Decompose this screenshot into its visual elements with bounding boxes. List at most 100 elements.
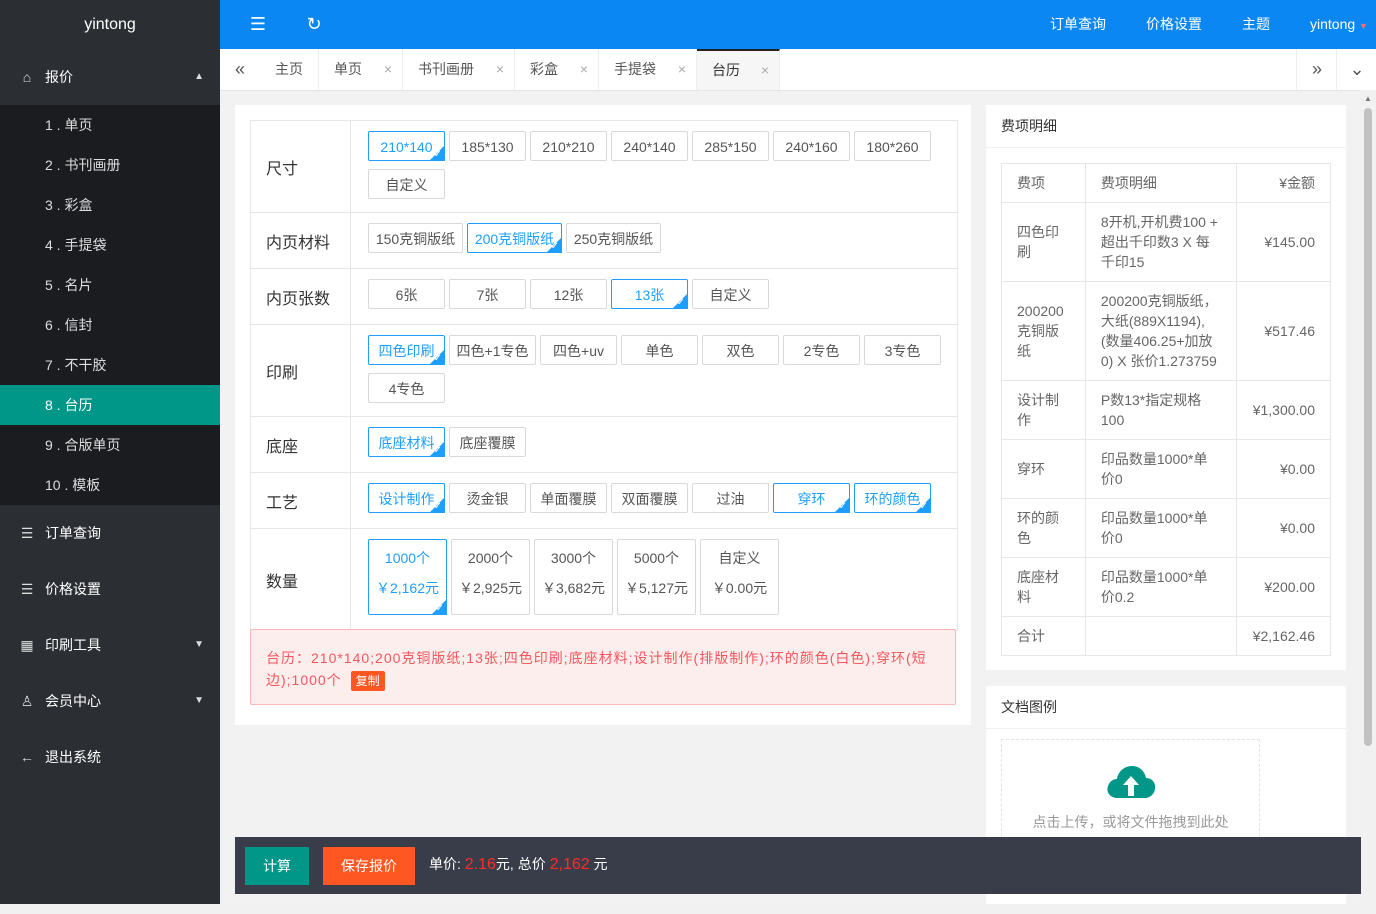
- nav-logout[interactable]: ← 退出系统: [0, 729, 220, 785]
- option-label: 单面覆膜: [540, 491, 597, 507]
- copy-button[interactable]: 复制: [350, 671, 385, 691]
- tab-handbag[interactable]: 手提袋 ×: [599, 49, 697, 90]
- tab-color-box[interactable]: 彩盒 ×: [515, 49, 599, 90]
- tab-label: 手提袋: [614, 61, 656, 77]
- tab-home[interactable]: 主页: [260, 49, 319, 90]
- tab-scroll-right-icon[interactable]: »: [1296, 49, 1337, 90]
- header-link-theme[interactable]: 主题: [1242, 0, 1270, 49]
- craft-option[interactable]: 穿环 ✓: [773, 483, 850, 513]
- quantity-option[interactable]: 5000个 ￥5,127元: [617, 539, 696, 615]
- option-label: 210*140: [380, 139, 433, 155]
- print-option[interactable]: 四色印刷 ✓: [368, 335, 445, 365]
- fee-row: 环的颜色 印品数量1000*单价0 ¥0.00: [1001, 498, 1331, 558]
- close-icon[interactable]: ×: [678, 49, 686, 90]
- quantity-option[interactable]: 2000个 ￥2,925元: [451, 539, 530, 615]
- tab-single-page[interactable]: 单页 ×: [319, 49, 403, 90]
- menu-toggle-icon[interactable]: ☰: [238, 0, 278, 49]
- fee-amount: ¥145.00: [1236, 202, 1331, 282]
- header-link-pricing[interactable]: 价格设置: [1146, 0, 1202, 49]
- upload-dropzone[interactable]: 点击上传，或将文件拖拽到此处: [1001, 739, 1260, 851]
- nav-tools[interactable]: ▦ 印刷工具 ▼: [0, 617, 220, 673]
- quantity-option[interactable]: 3000个 ￥3,682元: [534, 539, 613, 615]
- tab-book[interactable]: 书刊画册 ×: [403, 49, 515, 90]
- craft-option[interactable]: 单面覆膜: [530, 483, 607, 513]
- paper-option[interactable]: 150克铜版纸: [368, 223, 463, 253]
- print-option[interactable]: 单色: [621, 335, 698, 365]
- base-option[interactable]: 底座材料 ✓: [368, 427, 445, 457]
- fee-item: 环的颜色: [1001, 498, 1086, 558]
- tab-scroll-left-icon[interactable]: «: [220, 49, 260, 90]
- vertical-scrollbar[interactable]: ▲: [1360, 90, 1376, 904]
- sidebar-item[interactable]: 4 . 手提袋: [0, 225, 220, 265]
- sidebar-item[interactable]: 8 . 台历: [0, 385, 220, 425]
- craft-option[interactable]: 环的颜色 ✓: [854, 483, 931, 513]
- nav-orders[interactable]: ☰ 订单查询: [0, 505, 220, 561]
- sidebar-item[interactable]: 1 . 单页: [0, 105, 220, 145]
- print-option[interactable]: 四色+1专色: [449, 335, 536, 365]
- nav-pricing[interactable]: ☰ 价格设置: [0, 561, 220, 617]
- sheets-option[interactable]: 13张 ✓: [611, 279, 688, 309]
- sheets-option[interactable]: 12张: [530, 279, 607, 309]
- sidebar-item[interactable]: 9 . 合版单页: [0, 425, 220, 465]
- size-option[interactable]: 210*210: [530, 131, 607, 161]
- print-option[interactable]: 2专色: [783, 335, 860, 365]
- paper-option[interactable]: 200克铜版纸 ✓: [467, 223, 562, 253]
- print-option[interactable]: 4专色: [368, 372, 445, 403]
- craft-option[interactable]: 双面覆膜: [611, 483, 688, 513]
- header-user[interactable]: yintong ▼: [1310, 0, 1368, 49]
- tab-menu-chevron-down-icon[interactable]: ⌄: [1336, 49, 1376, 90]
- option-label: 自定义: [709, 287, 752, 303]
- size-option[interactable]: 240*160: [773, 131, 850, 161]
- header: ☰ ↻ 订单查询 价格设置 主题 yintong ▼: [220, 0, 1376, 49]
- paper-option[interactable]: 250克铜版纸: [566, 223, 661, 253]
- scrollbar-thumb[interactable]: [1364, 108, 1372, 746]
- tab-calendar[interactable]: 台历 ×: [697, 49, 780, 90]
- check-icon: ✓: [550, 241, 559, 252]
- quantity-option[interactable]: 自定义 ￥0.00元: [700, 539, 779, 615]
- close-icon[interactable]: ×: [496, 49, 504, 90]
- close-icon[interactable]: ×: [384, 49, 392, 90]
- sidebar-item[interactable]: 3 . 彩盒: [0, 185, 220, 225]
- sidebar-item[interactable]: 7 . 不干胶: [0, 345, 220, 385]
- size-option[interactable]: 自定义: [368, 168, 445, 199]
- size-option[interactable]: 180*260: [854, 131, 931, 161]
- fee-detail: P数13*指定规格100: [1084, 380, 1238, 440]
- size-option[interactable]: 240*140: [611, 131, 688, 161]
- quantity-option[interactable]: 1000个 ￥2,162元 ✓: [368, 539, 447, 615]
- base-option[interactable]: 底座覆膜: [449, 427, 526, 457]
- print-option[interactable]: 3专色: [864, 335, 941, 365]
- option-label: 四色印刷: [378, 343, 435, 359]
- option-label: 自定义: [385, 176, 428, 193]
- calculate-button[interactable]: 计算: [245, 847, 309, 885]
- close-icon[interactable]: ×: [761, 51, 769, 90]
- nav-member[interactable]: ♙ 会员中心 ▼: [0, 673, 220, 729]
- close-icon[interactable]: ×: [580, 49, 588, 90]
- save-quote-button[interactable]: 保存报价: [323, 847, 415, 885]
- sidebar-item[interactable]: 10 . 模板: [0, 465, 220, 505]
- craft-option[interactable]: 烫金银: [449, 483, 526, 513]
- sheets-option[interactable]: 7张: [449, 279, 526, 309]
- sidebar-item[interactable]: 2 . 书刊画册: [0, 145, 220, 185]
- horizontal-scrollbar[interactable]: [0, 904, 1376, 914]
- sheets-option[interactable]: 自定义: [692, 279, 769, 309]
- sidebar-item[interactable]: 6 . 信封: [0, 305, 220, 345]
- fee-row: 设计制作 P数13*指定规格100 ¥1,300.00: [1001, 380, 1331, 440]
- scroll-up-icon[interactable]: ▲: [1364, 94, 1372, 103]
- sheets-options: 6张 7张 12张 13张 ✓ 自定义: [351, 269, 957, 324]
- size-option[interactable]: 210*140 ✓: [368, 131, 445, 161]
- craft-option[interactable]: 过油: [692, 483, 769, 513]
- quantity-price: ￥2,925元: [458, 580, 523, 596]
- header-link-orders[interactable]: 订单查询: [1050, 0, 1106, 49]
- size-option[interactable]: 285*150: [692, 131, 769, 161]
- print-option[interactable]: 四色+uv: [540, 335, 617, 365]
- sheets-option[interactable]: 6张: [368, 279, 445, 309]
- nav-quote[interactable]: ⌂ 报价 ▲: [0, 49, 220, 105]
- refresh-icon[interactable]: ↻: [294, 0, 334, 49]
- option-label: 250克铜版纸: [573, 231, 654, 247]
- print-option[interactable]: 双色: [702, 335, 779, 365]
- quantity-options: 1000个 ￥2,162元 ✓ 2000个 ￥2,925元 3000个 ￥3,682元 500…: [351, 529, 957, 630]
- sidebar-item[interactable]: 5 . 名片: [0, 265, 220, 305]
- cloud-upload-icon: [1107, 766, 1156, 798]
- size-option[interactable]: 185*130: [449, 131, 526, 161]
- craft-option[interactable]: 设计制作 ✓: [368, 483, 445, 513]
